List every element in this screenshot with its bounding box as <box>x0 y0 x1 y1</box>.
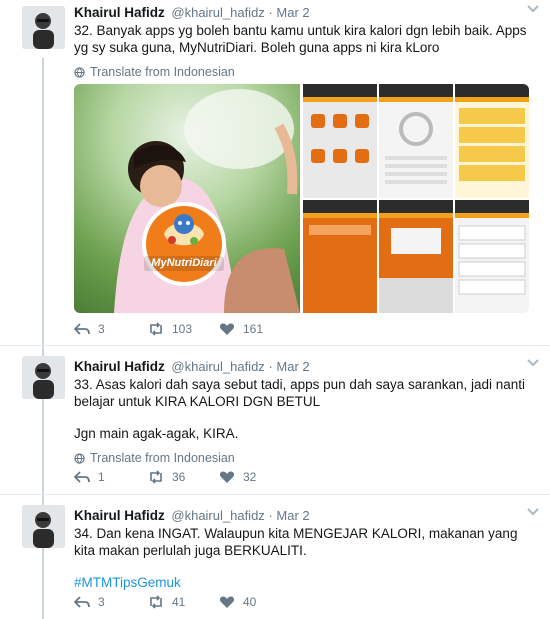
app-screens-grid <box>303 84 529 313</box>
photo-illustration <box>114 89 300 313</box>
globe-icon <box>74 66 85 78</box>
reply-button[interactable]: 1 <box>74 470 148 484</box>
tweet-text-line: Jgn main agak-agak, KIRA. <box>74 426 239 441</box>
app-screen-food-consumed <box>303 199 377 313</box>
author-name[interactable]: Khairul Hafidz <box>74 359 165 374</box>
avatar[interactable] <box>22 6 65 49</box>
like-button[interactable]: 161 <box>219 322 293 336</box>
tweet-text: 33. Asas kalori dah saya sebut tadi, app… <box>74 376 530 442</box>
tweet-actions: 1 36 32 <box>74 470 293 484</box>
author-handle[interactable]: @khairul_hafidz <box>171 359 264 374</box>
media-logo-text: MyNutriDiari <box>151 257 217 269</box>
tweet-time[interactable]: Mar 2 <box>276 5 309 20</box>
retweet-button[interactable]: 36 <box>148 470 219 484</box>
hashtag-link[interactable]: #MTMTipsGemuk <box>74 574 530 591</box>
retweet-count: 41 <box>172 595 186 609</box>
like-count: 40 <box>243 595 257 609</box>
translate-link[interactable]: Translate from Indonesian <box>74 451 530 465</box>
tweet-33[interactable]: Khairul Hafidz @khairul_hafidz · Mar 2 3… <box>0 345 550 494</box>
reply-count: 3 <box>98 595 105 609</box>
reply-button[interactable]: 3 <box>74 595 148 609</box>
avatar[interactable] <box>22 505 65 548</box>
reply-count: 1 <box>98 470 105 484</box>
tweet-text-line: 32. Banyak apps yg boleh bantu kamu untu… <box>74 23 527 55</box>
app-screen-menu <box>303 84 377 198</box>
translate-label[interactable]: Translate from Indonesian <box>90 65 235 79</box>
tweet-media[interactable]: MyNutriDiari <box>74 84 529 313</box>
retweet-button[interactable]: 103 <box>148 322 219 336</box>
author-name[interactable]: Khairul Hafidz <box>74 508 165 523</box>
retweet-button[interactable]: 41 <box>148 595 219 609</box>
tweet-text-line: 33. Asas kalori dah saya sebut tadi, app… <box>74 377 526 409</box>
tweet-text: 32. Banyak apps yg boleh bantu kamu untu… <box>74 22 530 56</box>
app-screen-search <box>379 199 453 313</box>
retweet-count: 36 <box>172 470 186 484</box>
media-photo[interactable]: MyNutriDiari <box>74 84 300 313</box>
globe-icon <box>74 452 85 464</box>
translate-label[interactable]: Translate from Indonesian <box>90 451 235 465</box>
retweet-icon <box>150 322 162 336</box>
tweet-time[interactable]: Mar 2 <box>276 508 309 523</box>
author-handle[interactable]: @khairul_hafidz <box>171 508 264 523</box>
tweet-time[interactable]: Mar 2 <box>276 359 309 374</box>
tweet-text: 34. Dan kena INGAT. Walaupun kita MENGEJ… <box>74 525 530 591</box>
avatar[interactable] <box>22 356 65 399</box>
like-count: 161 <box>243 322 264 336</box>
tweet-text-line: 34. Dan kena INGAT. Walaupun kita MENGEJ… <box>74 526 518 558</box>
like-count: 32 <box>243 470 257 484</box>
like-button[interactable]: 40 <box>219 595 293 609</box>
separator: · <box>268 359 273 374</box>
reply-icon <box>74 323 90 335</box>
retweet-icon <box>150 470 162 484</box>
tweet-34[interactable]: Khairul Hafidz @khairul_hafidz · Mar 2 3… <box>0 494 550 619</box>
separator: · <box>268 508 273 523</box>
like-button[interactable]: 32 <box>219 470 293 484</box>
app-screen-results <box>455 199 529 313</box>
author-name[interactable]: Khairul Hafidz <box>74 5 165 20</box>
retweet-icon <box>150 595 162 609</box>
reply-icon <box>74 596 90 608</box>
reply-button[interactable]: 3 <box>74 322 148 336</box>
separator: · <box>268 5 273 20</box>
reply-count: 3 <box>98 322 105 336</box>
translate-link[interactable]: Translate from Indonesian <box>74 65 530 79</box>
tweet-actions: 3 103 161 <box>74 322 293 336</box>
author-handle[interactable]: @khairul_hafidz <box>171 5 264 20</box>
tweet-32[interactable]: Khairul Hafidz @khairul_hafidz · Mar 2 3… <box>0 0 550 345</box>
like-icon <box>219 471 235 483</box>
reply-icon <box>74 471 90 483</box>
like-icon <box>219 323 235 335</box>
tweet-actions: 3 41 40 <box>74 595 293 609</box>
app-screen-food-list <box>455 84 529 198</box>
app-screen-calories <box>379 84 453 198</box>
like-icon <box>219 596 235 608</box>
retweet-count: 103 <box>172 322 193 336</box>
